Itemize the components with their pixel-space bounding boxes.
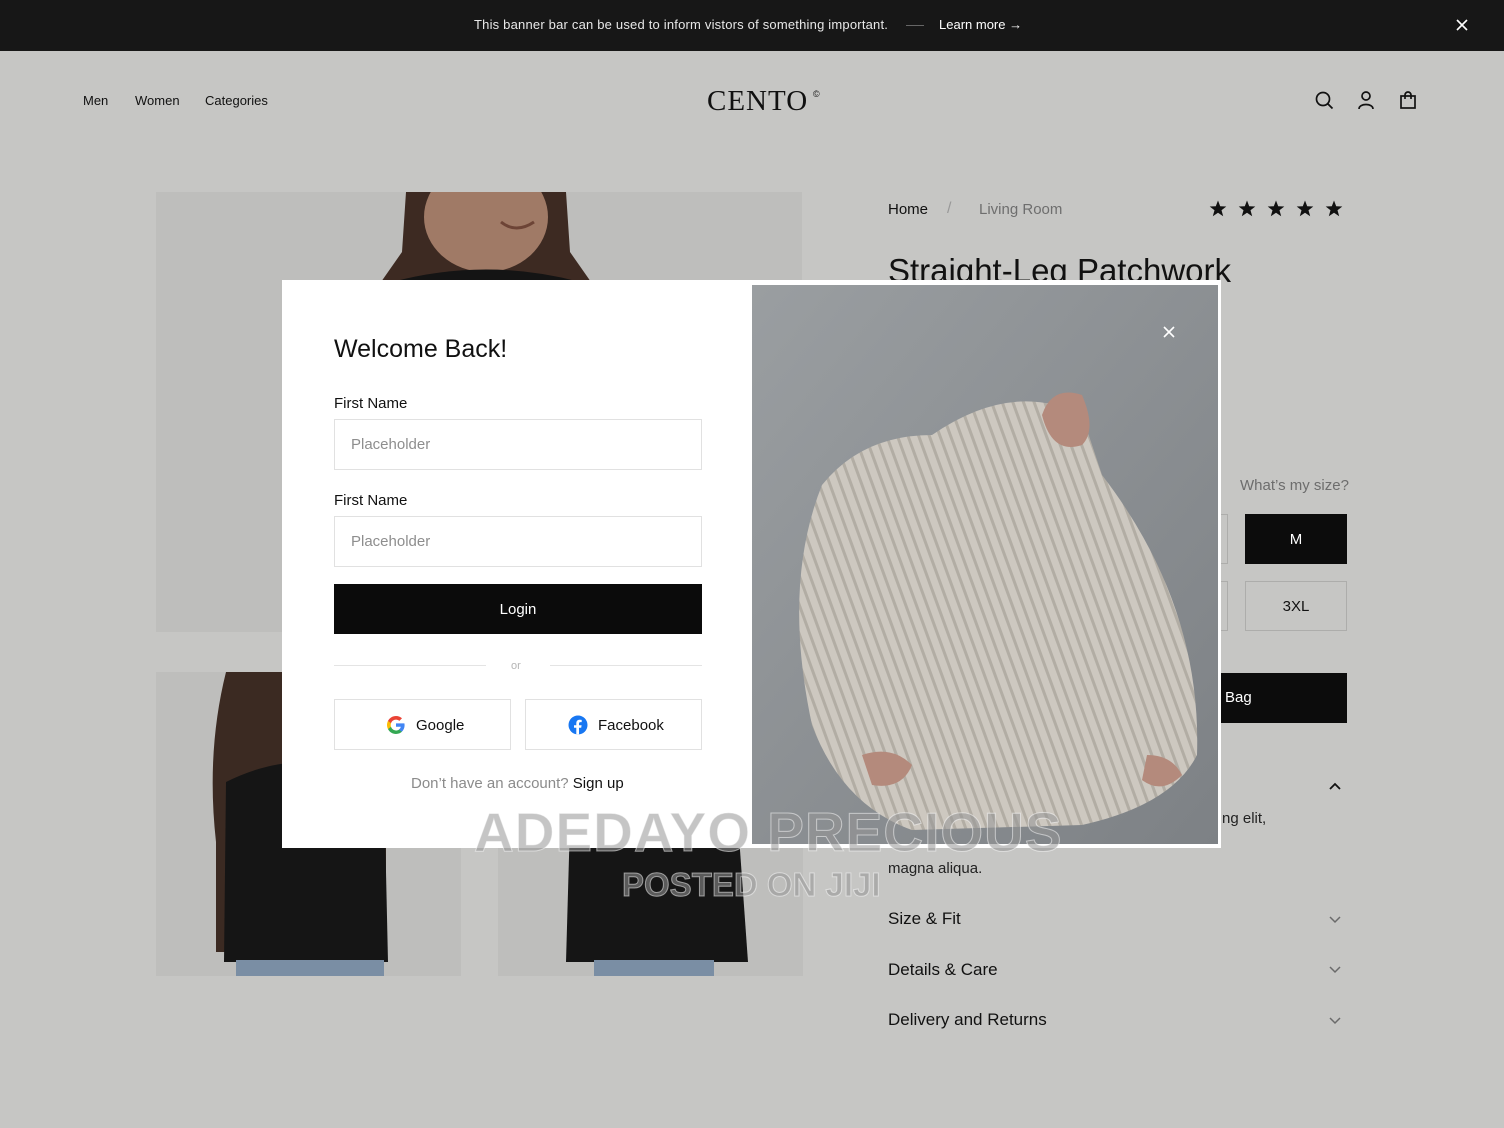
user-icon[interactable] — [1356, 90, 1376, 110]
description-text-1: ng elit, — [1222, 810, 1267, 827]
star-icon — [1296, 200, 1314, 217]
second-name-label: First Name — [334, 492, 408, 509]
logo-mark: © — [813, 89, 820, 99]
banner-message: This banner bar can be used to inform vi… — [474, 17, 889, 32]
banner-divider — [906, 25, 924, 26]
modal-close-icon[interactable] — [1161, 324, 1177, 340]
signup-link[interactable]: Sign up — [573, 775, 624, 792]
nav-women[interactable]: Women — [135, 93, 180, 108]
facebook-login-button[interactable]: Facebook — [525, 699, 702, 750]
facebook-icon — [568, 715, 588, 735]
nav-men[interactable]: Men — [83, 93, 108, 108]
first-name-input[interactable] — [334, 419, 702, 470]
chevron-up-icon[interactable] — [1328, 779, 1342, 793]
signup-prompt-text: Don’t have an account? — [411, 775, 569, 792]
star-icon — [1325, 200, 1343, 217]
accordion-delivery-returns[interactable]: Delivery and Returns — [888, 1010, 1047, 1030]
nav-categories[interactable]: Categories — [205, 93, 268, 108]
breadcrumb-home[interactable]: Home — [888, 201, 928, 218]
sweater-illustration — [752, 285, 1218, 844]
chevron-down-icon[interactable] — [1328, 912, 1342, 926]
accordion-size-fit[interactable]: Size & Fit — [888, 909, 961, 929]
rating-stars — [1209, 200, 1343, 217]
brand-logo[interactable]: CENTO — [707, 85, 808, 118]
size-option-m[interactable]: M — [1245, 514, 1347, 564]
second-name-input[interactable] — [334, 516, 702, 567]
google-login-button[interactable]: Google — [334, 699, 511, 750]
google-icon — [387, 716, 405, 734]
banner-learn-more-link[interactable]: Learn more → — [939, 17, 1022, 32]
login-modal: Welcome Back! First Name First Name Logi… — [282, 280, 1221, 848]
size-guide-link[interactable]: What’s my size? — [1240, 477, 1349, 494]
divider-or: or — [511, 660, 521, 672]
bag-icon[interactable] — [1398, 90, 1418, 110]
star-icon — [1209, 200, 1227, 217]
modal-title: Welcome Back! — [334, 335, 508, 363]
size-option-3xl[interactable]: 3XL — [1245, 581, 1347, 631]
accordion-details-care[interactable]: Details & Care — [888, 960, 998, 980]
modal-sweater-photo — [752, 285, 1218, 844]
chevron-down-icon[interactable] — [1328, 1013, 1342, 1027]
announcement-banner: This banner bar can be used to inform vi… — [0, 0, 1504, 51]
breadcrumb-living-room[interactable]: Living Room — [979, 201, 1062, 218]
google-label: Google — [416, 717, 465, 734]
first-name-label: First Name — [334, 395, 408, 412]
signup-prompt: Don’t have an account? Sign up — [411, 775, 624, 792]
search-icon[interactable] — [1314, 90, 1334, 110]
login-button[interactable]: Login — [334, 584, 702, 634]
chevron-down-icon[interactable] — [1328, 962, 1342, 976]
watermark-posted: POSTED ON JIJI — [622, 866, 882, 904]
star-icon — [1267, 200, 1285, 217]
add-to-bag-label: Bag — [1225, 689, 1252, 706]
star-icon — [1238, 200, 1256, 217]
watermark-name: ADEDAYO PRECIOUS — [474, 801, 1063, 864]
breadcrumb-separator: / — [947, 200, 952, 217]
close-icon[interactable] — [1452, 15, 1472, 35]
divider-line-right — [550, 665, 702, 666]
facebook-label: Facebook — [598, 717, 664, 734]
divider-line-left — [334, 665, 486, 666]
